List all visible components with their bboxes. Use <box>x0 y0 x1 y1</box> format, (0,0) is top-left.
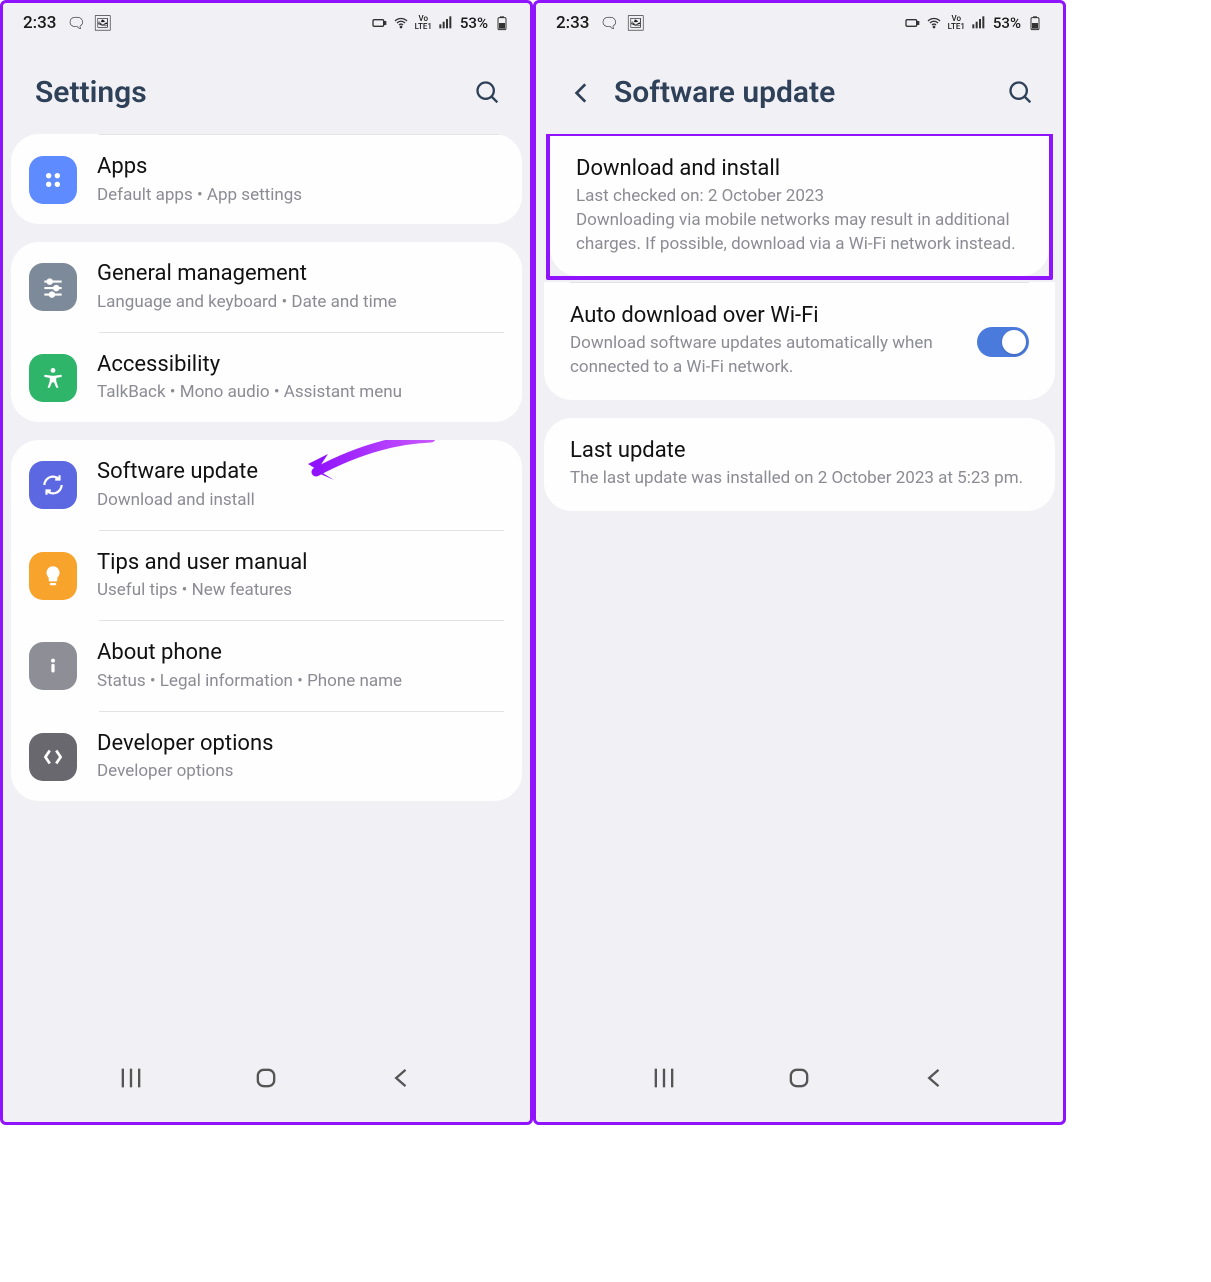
back-button[interactable] <box>921 1064 949 1092</box>
row-title: Auto download over Wi-Fi <box>570 303 963 328</box>
row-sub: The last update was installed on 2 Octob… <box>570 467 1029 491</box>
row-text: General management Language and keyboard… <box>97 260 500 313</box>
row-sub: Language and keyboard • Date and time <box>97 291 500 314</box>
picture-icon: 🖼 <box>626 14 645 32</box>
clock-text: 2:33 <box>23 13 56 33</box>
battery-percent: 53% <box>993 14 1021 32</box>
row-sub: TalkBack • Mono audio • Assistant menu <box>97 381 500 404</box>
search-button[interactable] <box>474 79 502 107</box>
page-title: Software update <box>614 75 835 110</box>
settings-card: General management Language and keyboard… <box>11 242 522 422</box>
tips-icon <box>29 552 77 600</box>
settings-list[interactable]: Apps Default apps • App settings General… <box>3 134 530 1038</box>
settings-row-developer[interactable]: Developer options Developer options <box>11 712 522 801</box>
back-button[interactable] <box>388 1064 416 1092</box>
download-install-card: Download and install Last checked on: 2 … <box>550 136 1049 276</box>
settings-row-apps[interactable]: Apps Default apps • App settings <box>11 135 522 224</box>
status-time: 2:33 🗨 🖼 <box>556 13 645 33</box>
signal-icon <box>438 15 454 31</box>
settings-card: Software update Download and install Tip… <box>11 440 522 801</box>
picture-icon: 🖼 <box>93 14 112 32</box>
phone-left-settings: 2:33 🗨 🖼 VoLTE1 53% Settings <box>0 0 533 1125</box>
status-time: 2:33 🗨 🖼 <box>23 13 112 33</box>
auto-download-toggle[interactable] <box>977 327 1029 357</box>
apps-icon <box>29 156 77 204</box>
row-text: Accessibility TalkBack • Mono audio • As… <box>97 351 500 404</box>
battery-percent: 53% <box>460 14 488 32</box>
last-update-row[interactable]: Last update The last update was installe… <box>544 418 1055 511</box>
row-title: About phone <box>97 639 500 667</box>
row-sub: Useful tips • New features <box>97 579 500 602</box>
battery-icon <box>494 15 510 31</box>
row-sub: Download and install <box>97 489 500 512</box>
wifi-icon <box>926 15 942 31</box>
info-icon <box>29 642 77 690</box>
settings-row-about[interactable]: About phone Status • Legal information •… <box>11 621 522 710</box>
clock-text: 2:33 <box>556 13 589 33</box>
auto-download-card: Auto download over Wi-Fi Download softwa… <box>544 282 1055 400</box>
status-bar: 2:33 🗨 🖼 VoLTE1 53% <box>536 3 1063 39</box>
network-label: VoLTE1 <box>948 15 965 31</box>
row-text: Tips and user manual Useful tips • New f… <box>97 549 500 602</box>
chat-icon: 🗨 <box>67 14 86 32</box>
settings-row-tips[interactable]: Tips and user manual Useful tips • New f… <box>11 531 522 620</box>
signal-icon <box>971 15 987 31</box>
settings-row-accessibility[interactable]: Accessibility TalkBack • Mono audio • As… <box>11 333 522 422</box>
recents-button[interactable] <box>117 1064 145 1092</box>
row-sub: Status • Legal information • Phone name <box>97 670 500 693</box>
status-bar: 2:33 🗨 🖼 VoLTE1 53% <box>3 3 530 39</box>
row-text: Auto download over Wi-Fi Download softwa… <box>570 303 963 380</box>
download-install-row[interactable]: Download and install Last checked on: 2 … <box>550 136 1049 276</box>
row-sub: Default apps • App settings <box>97 184 500 207</box>
row-title: Last update <box>570 438 1029 463</box>
row-title: Download and install <box>576 156 1023 181</box>
download-warning: Downloading via mobile networks may resu… <box>576 209 1023 257</box>
chat-icon: 🗨 <box>600 14 619 32</box>
accessibility-icon <box>29 354 77 402</box>
home-button[interactable] <box>252 1064 280 1092</box>
software-update-header: Software update <box>536 39 1063 134</box>
row-title: General management <box>97 260 500 288</box>
highlight-box: Download and install Last checked on: 2 … <box>546 134 1053 280</box>
settings-header: Settings <box>3 39 530 134</box>
settings-card: Apps Default apps • App settings <box>11 134 522 224</box>
pointer-arrow-icon <box>296 440 436 490</box>
row-text: Developer options Developer options <box>97 730 500 783</box>
settings-row-software-update[interactable]: Software update Download and install <box>11 440 522 529</box>
row-title: Tips and user manual <box>97 549 500 577</box>
back-button[interactable] <box>568 80 596 106</box>
page-title: Settings <box>35 75 147 110</box>
status-right: VoLTE1 53% <box>904 14 1043 32</box>
recents-button[interactable] <box>650 1064 678 1092</box>
sliders-icon <box>29 263 77 311</box>
auto-download-row[interactable]: Auto download over Wi-Fi Download softwa… <box>544 283 1055 400</box>
android-navbar <box>3 1038 530 1122</box>
phone-right-software-update: 2:33 🗨 🖼 VoLTE1 53% Software update <box>533 0 1066 1125</box>
settings-row-general[interactable]: General management Language and keyboard… <box>11 242 522 331</box>
update-icon <box>29 461 77 509</box>
wifi-icon <box>393 15 409 31</box>
row-sub: Download software updates automatically … <box>570 332 963 380</box>
row-sub: Developer options <box>97 760 500 783</box>
last-checked: Last checked on: 2 October 2023 <box>576 185 1023 209</box>
battery-outline-icon <box>371 15 387 31</box>
status-right: VoLTE1 53% <box>371 14 510 32</box>
search-button[interactable] <box>1007 79 1035 107</box>
battery-icon <box>1027 15 1043 31</box>
battery-outline-icon <box>904 15 920 31</box>
row-text: Apps Default apps • App settings <box>97 153 500 206</box>
home-button[interactable] <box>785 1064 813 1092</box>
row-title: Apps <box>97 153 500 181</box>
network-label: VoLTE1 <box>415 15 432 31</box>
developer-icon <box>29 733 77 781</box>
row-title: Developer options <box>97 730 500 758</box>
row-text: About phone Status • Legal information •… <box>97 639 500 692</box>
row-title: Accessibility <box>97 351 500 379</box>
last-update-card: Last update The last update was installe… <box>544 418 1055 511</box>
android-navbar <box>536 1038 1063 1122</box>
software-update-content[interactable]: Download and install Last checked on: 2 … <box>536 134 1063 1038</box>
